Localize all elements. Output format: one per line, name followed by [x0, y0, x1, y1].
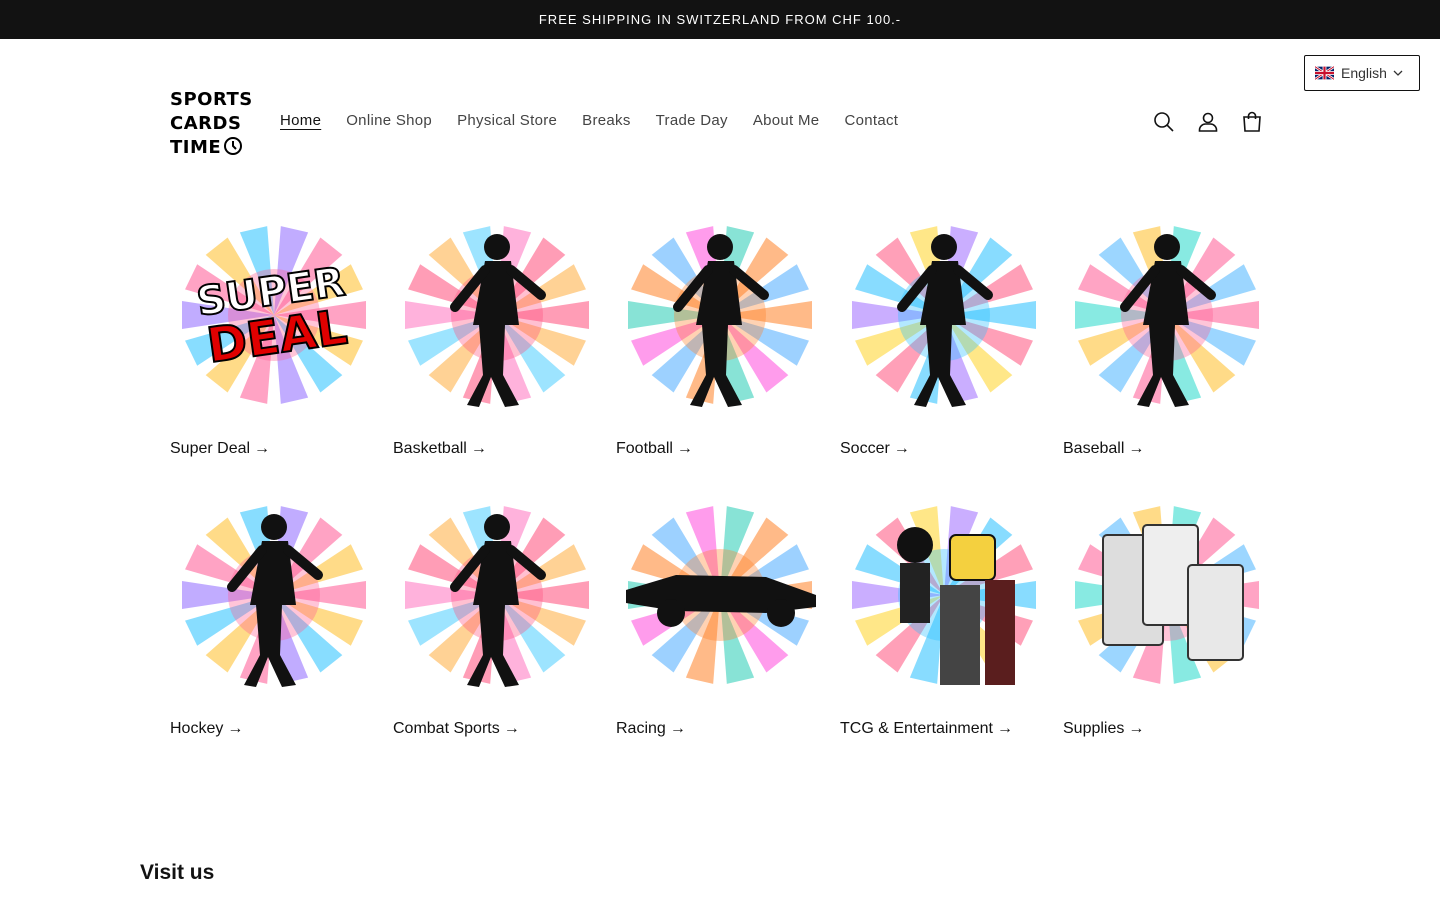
collection-card[interactable] [616, 215, 824, 419]
language-selector[interactable]: English [1304, 55, 1420, 91]
logo-line-2: CARDS [170, 113, 242, 134]
visit-heading: Visit us [140, 861, 215, 884]
search-icon[interactable] [1152, 110, 1176, 134]
arrow-right-icon: → [1128, 720, 1145, 737]
arrow-right-icon: → [470, 440, 487, 457]
nav-about-me[interactable]: About Me [753, 112, 820, 129]
collection-image-super-deal-splash: SUPER DEAL [170, 215, 378, 419]
collection-image-basketball-player-splash [393, 215, 601, 419]
collection-label[interactable]: Football → [616, 440, 816, 458]
arrow-right-icon: → [676, 440, 693, 457]
collection-label[interactable]: Supplies → [1063, 720, 1263, 738]
collection-image-soccer-player-splash [840, 215, 1048, 419]
account-icon[interactable] [1196, 110, 1220, 134]
announcement-bar: FREE SHIPPING IN SWITZERLAND FROM CHF 10… [0, 0, 1440, 39]
collection-label-text: Hockey [170, 720, 224, 737]
collection-label-text: Super Deal [170, 440, 251, 457]
collection-label-text: TCG & Entertainment [840, 720, 993, 737]
collection-label[interactable]: Racing → [616, 720, 816, 738]
collection-image-race-car-splash [616, 495, 824, 699]
nav-breaks[interactable]: Breaks [582, 112, 631, 129]
nav-contact[interactable]: Contact [844, 112, 898, 129]
chevron-down-icon [1393, 70, 1403, 76]
collection-image-fighter-splash [393, 495, 601, 699]
collection-label-text: Soccer [840, 440, 890, 457]
collection-card[interactable] [1063, 215, 1271, 419]
collection-label[interactable]: Hockey → [170, 720, 370, 738]
collection-label-text: Combat Sports [393, 720, 500, 737]
collection-label-text: Supplies [1063, 720, 1125, 737]
language-label: English [1341, 65, 1387, 81]
logo-line-1: SPORTS [170, 89, 253, 110]
collection-label[interactable]: Basketball → [393, 440, 593, 458]
collection-image-hockey-player-splash [170, 495, 378, 699]
collection-card[interactable] [616, 495, 824, 699]
main-nav: Home Online Shop Physical Store Breaks T… [280, 112, 923, 129]
nav-online-shop[interactable]: Online Shop [346, 112, 432, 129]
arrow-right-icon: → [893, 440, 910, 457]
collection-label-text: Basketball [393, 440, 467, 457]
collection-image-baseball-player-splash [1063, 215, 1271, 419]
collection-card[interactable] [170, 495, 378, 699]
collection-image-cartoon-characters-splash [840, 495, 1048, 699]
uk-flag-icon [1315, 66, 1334, 80]
cart-icon[interactable] [1240, 110, 1264, 134]
collection-card[interactable] [840, 215, 1048, 419]
nav-home[interactable]: Home [280, 112, 321, 129]
collection-card[interactable] [393, 215, 601, 419]
collection-label[interactable]: Super Deal → [170, 440, 370, 458]
collection-label[interactable]: Baseball → [1063, 440, 1263, 458]
arrow-right-icon: → [227, 720, 244, 737]
collection-label-text: Football [616, 440, 673, 457]
clock-icon [224, 137, 243, 155]
collection-label[interactable]: Soccer → [840, 440, 1040, 458]
nav-physical-store[interactable]: Physical Store [457, 112, 557, 129]
collection-card[interactable] [393, 495, 601, 699]
collection-label-text: Racing [616, 720, 666, 737]
collection-label[interactable]: TCG & Entertainment → [840, 720, 1040, 738]
announcement-text: FREE SHIPPING IN SWITZERLAND FROM CHF 10… [538, 12, 902, 27]
arrow-right-icon: → [669, 720, 686, 737]
site-logo[interactable]: SPORTS CARDS TIME [170, 88, 253, 160]
logo-line-3: TIME [170, 136, 244, 160]
collection-label-text: Baseball [1063, 440, 1125, 457]
collection-card[interactable] [840, 495, 1048, 699]
arrow-right-icon: → [503, 720, 520, 737]
collection-card[interactable] [1063, 495, 1271, 699]
collection-label[interactable]: Combat Sports → [393, 720, 593, 738]
collection-card[interactable]: SUPER DEAL [170, 215, 378, 419]
collection-image-card-supplies-splash [1063, 495, 1271, 699]
collection-image-football-player-splash [616, 215, 824, 419]
arrow-right-icon: → [254, 440, 271, 457]
arrow-right-icon: → [996, 720, 1013, 737]
nav-trade-day[interactable]: Trade Day [656, 112, 728, 129]
arrow-right-icon: → [1128, 440, 1145, 457]
